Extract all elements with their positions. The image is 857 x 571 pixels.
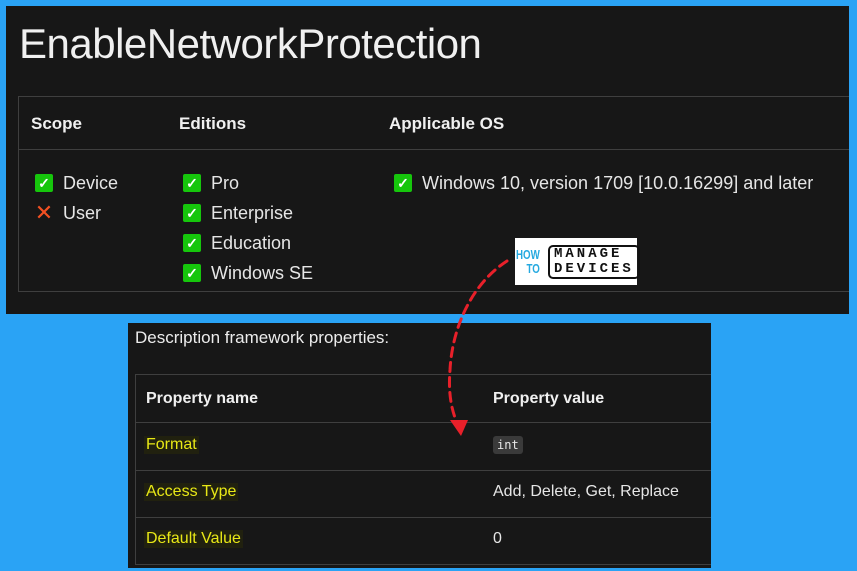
property-name: Access Type: [144, 483, 239, 501]
logo-how-text: HOW: [516, 246, 541, 262]
applicable-os-list: ✓ Windows 10, version 1709 [10.0.16299] …: [394, 168, 813, 198]
edition-label: Windows SE: [211, 262, 314, 283]
editions-list: ✓ Pro ✓ Enterprise ✓ Education ✓ Windows…: [183, 168, 313, 288]
description-title: Description framework properties:: [135, 328, 390, 347]
edition-item: ✓ Education: [183, 228, 313, 258]
check-icon: ✓: [394, 174, 412, 192]
logo-manage-devices: MANAGE DEVICES: [547, 244, 640, 279]
properties-header-row: Property name Property value: [136, 375, 711, 423]
description-panel: Description framework properties: Proper…: [128, 323, 711, 568]
applicability-table: Scope Editions Applicable OS ✓ Device ✕ …: [18, 96, 849, 292]
check-icon: ✓: [183, 204, 201, 222]
property-value: int: [493, 436, 523, 454]
cross-icon: ✕: [34, 200, 54, 225]
scope-label: User: [63, 202, 102, 223]
edition-label: Enterprise: [211, 202, 294, 223]
property-name: Default Value: [144, 530, 243, 548]
scope-item-user: ✕ User: [35, 198, 118, 228]
check-icon: ✓: [183, 234, 201, 252]
howtomanagedevices-logo: HOW TO MANAGE DEVICES: [515, 238, 640, 285]
page-title: EnableNetworkProtection: [19, 20, 482, 67]
os-label: Windows 10, version 1709 [10.0.16299] an…: [422, 172, 814, 193]
property-row-default-value: Default Value 0: [136, 517, 711, 564]
edition-item: ✓ Windows SE: [183, 258, 313, 288]
applicable-os-header: Applicable OS: [389, 114, 505, 133]
property-name: Format: [144, 436, 199, 454]
logo-how-to: HOW TO: [516, 246, 541, 276]
property-row-access-type: Access Type Add, Delete, Get, Replace: [136, 470, 711, 518]
property-value: Add, Delete, Get, Replace: [493, 483, 679, 500]
logo-manage-text: MANAGE: [553, 245, 623, 262]
scope-label: Device: [63, 172, 119, 193]
edition-item: ✓ Pro: [183, 168, 313, 198]
os-item: ✓ Windows 10, version 1709 [10.0.16299] …: [394, 168, 813, 198]
policy-header-panel: EnableNetworkProtection Scope Editions A…: [6, 6, 849, 314]
edition-item: ✓ Enterprise: [183, 198, 313, 228]
property-row-format: Format int: [136, 423, 711, 471]
edition-label: Pro: [211, 172, 240, 193]
scope-header: Scope: [31, 114, 83, 133]
logo-to-text: TO: [526, 260, 541, 276]
property-value-header: Property value: [493, 390, 605, 407]
property-value: 0: [493, 530, 502, 547]
editions-header: Editions: [179, 114, 247, 133]
edition-label: Education: [211, 232, 292, 253]
check-icon: ✓: [183, 174, 201, 192]
applicability-header-row: Scope Editions Applicable OS: [19, 97, 849, 150]
logo-devices-text: DEVICES: [553, 260, 634, 277]
check-icon: ✓: [35, 174, 53, 192]
code-badge: int: [493, 436, 523, 454]
scope-list: ✓ Device ✕ User: [35, 168, 118, 228]
check-icon: ✓: [183, 264, 201, 282]
scope-item-device: ✓ Device: [35, 168, 118, 198]
properties-table: Property name Property value Format int …: [135, 374, 711, 565]
property-name-header: Property name: [146, 390, 259, 407]
